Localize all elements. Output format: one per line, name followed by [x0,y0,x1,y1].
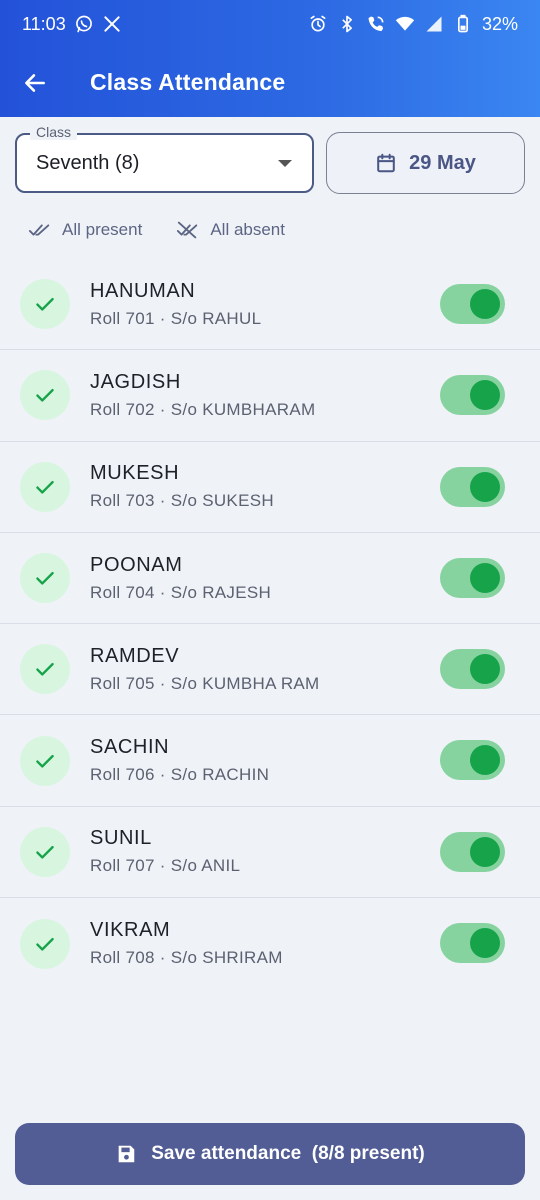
student-detail: Roll 702 · S/o KUMBHARAM [90,399,316,419]
toggle-knob [470,654,500,685]
attendance-toggle[interactable] [440,831,505,872]
wifi-calling-icon [366,14,386,34]
status-time: 11:03 [22,13,66,34]
present-status-badge [20,461,70,512]
signal-icon [424,14,444,34]
toggle-knob [470,836,500,867]
attendance-toggle[interactable] [440,375,505,416]
present-status-badge [20,826,70,877]
student-detail: Roll 707 · S/o ANIL [90,856,241,876]
student-detail: Roll 701 · S/o RAHUL [90,308,262,328]
attendance-toggle[interactable] [440,740,505,781]
check-icon [36,663,54,676]
battery-icon [453,14,473,34]
present-status-badge [20,370,70,421]
student-name: POONAM [90,553,183,576]
student-detail: Roll 703 · S/o SUKESH [90,491,274,511]
student-name: SUNIL [90,827,152,850]
student-name: MUKESH [90,462,180,485]
all-absent-label: All absent [210,220,285,239]
toggle-knob [470,289,500,319]
save-button-label: Save attendance (8/8 present) [151,1143,425,1164]
save-icon [118,1145,135,1163]
back-button[interactable] [15,63,55,103]
all-present-label: All present [62,220,143,239]
student-name: SACHIN [90,736,170,759]
double-check-off-icon [177,221,198,239]
attendance-toggle[interactable] [440,466,505,507]
attendance-toggle[interactable] [440,284,505,324]
toggle-knob [470,928,500,959]
page-title: Class Attendance [90,69,286,95]
class-value: Seventh (8) [36,151,140,174]
all-present-button[interactable]: All present [28,220,142,240]
x-icon [102,14,122,34]
check-icon [36,389,54,403]
toggle-knob [470,380,500,411]
student-row: SUNIL Roll 707 · S/o ANIL [0,807,540,899]
app-bar: Class Attendance [0,48,540,117]
student-detail: Roll 704 · S/o RAJESH [90,582,272,602]
class-dropdown[interactable]: Class Seventh (8) [15,124,314,193]
alarm-icon [308,14,328,34]
bluetooth-icon [337,14,357,34]
date-value: 29 May [409,151,476,174]
student-row: JAGDISH Roll 702 · S/o KUMBHARAM [0,350,540,442]
present-status-badge [20,918,70,969]
arrow-left-icon [25,73,45,92]
class-label: Class [30,124,78,140]
student-list: HANUMAN Roll 701 · S/o RAHUL JAGDISH Rol… [0,259,540,989]
attendance-toggle[interactable] [440,923,505,964]
all-absent-button[interactable]: All absent [176,220,285,240]
student-row: VIKRAM Roll 708 · S/o SHRIRAM [0,898,540,989]
attendance-toggle[interactable] [440,557,505,598]
student-detail: Roll 708 · S/o SHRIRAM [90,948,283,968]
calendar-icon [377,153,395,173]
student-row: MUKESH Roll 703 · S/o SUKESH [0,442,540,533]
present-status-badge [20,279,70,330]
status-bar: 11:03 32% [0,0,540,48]
student-row: HANUMAN Roll 701 · S/o RAHUL [0,259,540,351]
student-name: RAMDEV [90,644,180,667]
student-name: JAGDISH [90,370,181,393]
dropdown-caret-icon [278,160,292,167]
toggle-knob [470,562,500,593]
check-icon [36,480,54,494]
check-icon [36,298,54,311]
quick-actions: All present All absent [28,214,285,246]
check-icon [36,845,54,859]
present-status-badge [20,735,70,786]
student-row: RAMDEV Roll 705 · S/o KUMBHA RAM [0,624,540,716]
student-detail: Roll 706 · S/o RACHIN [90,765,270,785]
date-picker-button[interactable]: 29 May [326,132,525,194]
toggle-knob [470,745,500,776]
attendance-toggle[interactable] [440,649,505,690]
student-detail: Roll 705 · S/o KUMBHA RAM [90,673,320,693]
present-status-badge [20,644,70,695]
student-row: POONAM Roll 704 · S/o RAJESH [0,533,540,625]
toggle-knob [470,471,500,502]
student-name: HANUMAN [90,279,196,302]
save-attendance-button[interactable]: Save attendance (8/8 present) [15,1123,525,1185]
wifi-icon [395,14,415,34]
student-name: VIKRAM [90,919,171,942]
check-icon [36,571,54,585]
student-row: SACHIN Roll 706 · S/o RACHIN [0,715,540,807]
double-check-icon [28,224,50,236]
check-icon [36,937,54,951]
check-icon [36,754,54,768]
present-status-badge [20,553,70,604]
whatsapp-icon [74,14,94,34]
battery-percent: 32% [481,13,518,34]
app-header: 11:03 32% Class Attendance [0,0,540,117]
